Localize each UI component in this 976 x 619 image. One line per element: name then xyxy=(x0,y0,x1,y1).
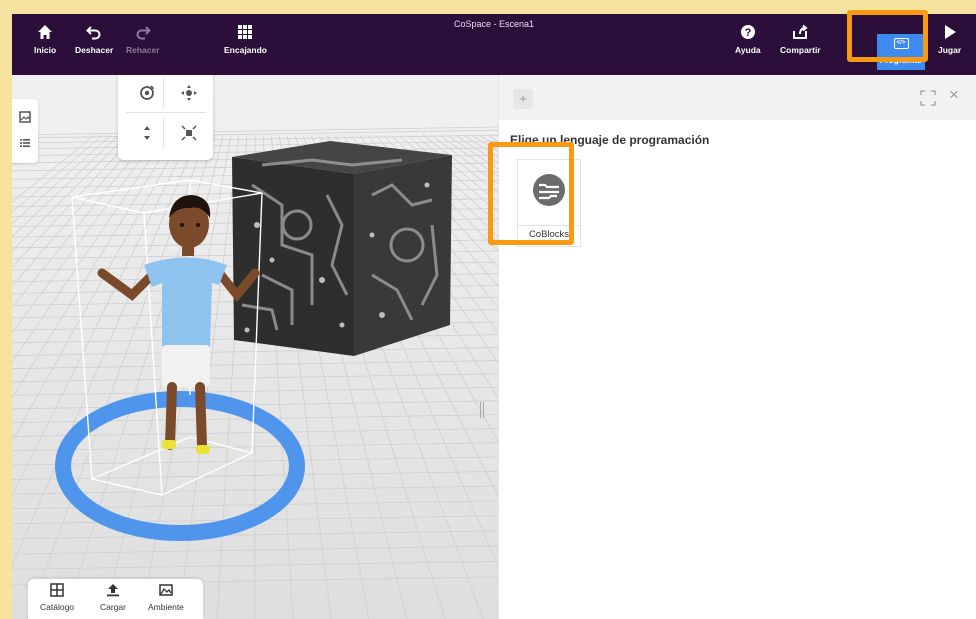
gizmo-divider xyxy=(126,112,206,113)
catalog-icon xyxy=(50,583,64,597)
share-icon xyxy=(793,24,808,39)
redo-label: Rehacer xyxy=(126,45,160,55)
height-icon xyxy=(143,126,150,140)
undo-button[interactable]: Deshacer xyxy=(75,24,113,55)
add-tab-button[interactable]: + xyxy=(513,89,533,109)
code-panel-header: + × xyxy=(499,75,976,120)
share-label: Compartir xyxy=(780,45,821,55)
snap-button[interactable]: Encajando xyxy=(224,24,267,55)
help-button[interactable]: ? Ayuda xyxy=(735,24,761,55)
help-icon: ? xyxy=(740,25,755,39)
rotate-icon xyxy=(139,85,154,100)
selection-ring xyxy=(55,391,305,541)
grid-icon xyxy=(238,25,253,39)
environment-button[interactable]: Ambiente xyxy=(148,583,184,612)
upload-button[interactable]: Cargar xyxy=(100,583,126,612)
catalog-button[interactable]: Catálogo xyxy=(40,583,74,612)
redo-icon xyxy=(136,26,151,40)
undo-label: Deshacer xyxy=(75,45,114,55)
bottom-toolbar: Catálogo Cargar Ambiente xyxy=(28,579,203,619)
rotate-button[interactable] xyxy=(130,78,164,108)
close-icon[interactable]: × xyxy=(949,85,959,105)
panel-resize-handle[interactable] xyxy=(480,402,484,418)
svg-text:?: ? xyxy=(744,27,751,39)
coblocks-card-highlight xyxy=(488,142,574,245)
cospaces-editor: CoSpace - Escena1 Inicio Deshacer Rehace… xyxy=(12,14,976,619)
top-toolbar: CoSpace - Escena1 Inicio Deshacer Rehace… xyxy=(12,14,976,75)
share-button[interactable]: Compartir xyxy=(780,24,821,55)
list-icon[interactable] xyxy=(19,137,31,149)
move-icon xyxy=(181,85,197,101)
scene-viewport[interactable]: Catálogo Cargar Ambiente xyxy=(12,75,498,619)
merge-cube[interactable] xyxy=(232,141,452,356)
home-icon xyxy=(38,25,53,39)
play-label: Jugar xyxy=(938,45,962,55)
play-button[interactable]: Jugar xyxy=(938,24,961,55)
upload-icon xyxy=(106,584,119,597)
snap-label: Encajando xyxy=(224,45,267,55)
scale-button[interactable] xyxy=(172,118,206,148)
play-icon xyxy=(944,25,956,39)
scene-objects xyxy=(55,141,452,541)
home-label: Inicio xyxy=(34,45,57,55)
catalog-label: Catálogo xyxy=(40,602,75,612)
home-button[interactable]: Inicio xyxy=(34,24,56,55)
redo-button[interactable]: Rehacer xyxy=(126,24,160,55)
upload-label: Cargar xyxy=(100,602,126,612)
transform-gizmo-panel xyxy=(118,75,213,160)
scale-icon xyxy=(181,125,197,141)
undo-icon xyxy=(86,26,101,40)
environment-icon xyxy=(159,584,173,596)
help-label: Ayuda xyxy=(735,45,761,55)
left-toolbar xyxy=(12,99,38,163)
gallery-icon[interactable] xyxy=(19,111,31,123)
move-button[interactable] xyxy=(172,78,206,108)
environment-label: Ambiente xyxy=(148,602,184,612)
code-button-highlight xyxy=(847,10,928,62)
avatar-character[interactable] xyxy=(97,195,260,454)
height-button[interactable] xyxy=(130,118,164,148)
expand-icon[interactable] xyxy=(920,90,936,106)
